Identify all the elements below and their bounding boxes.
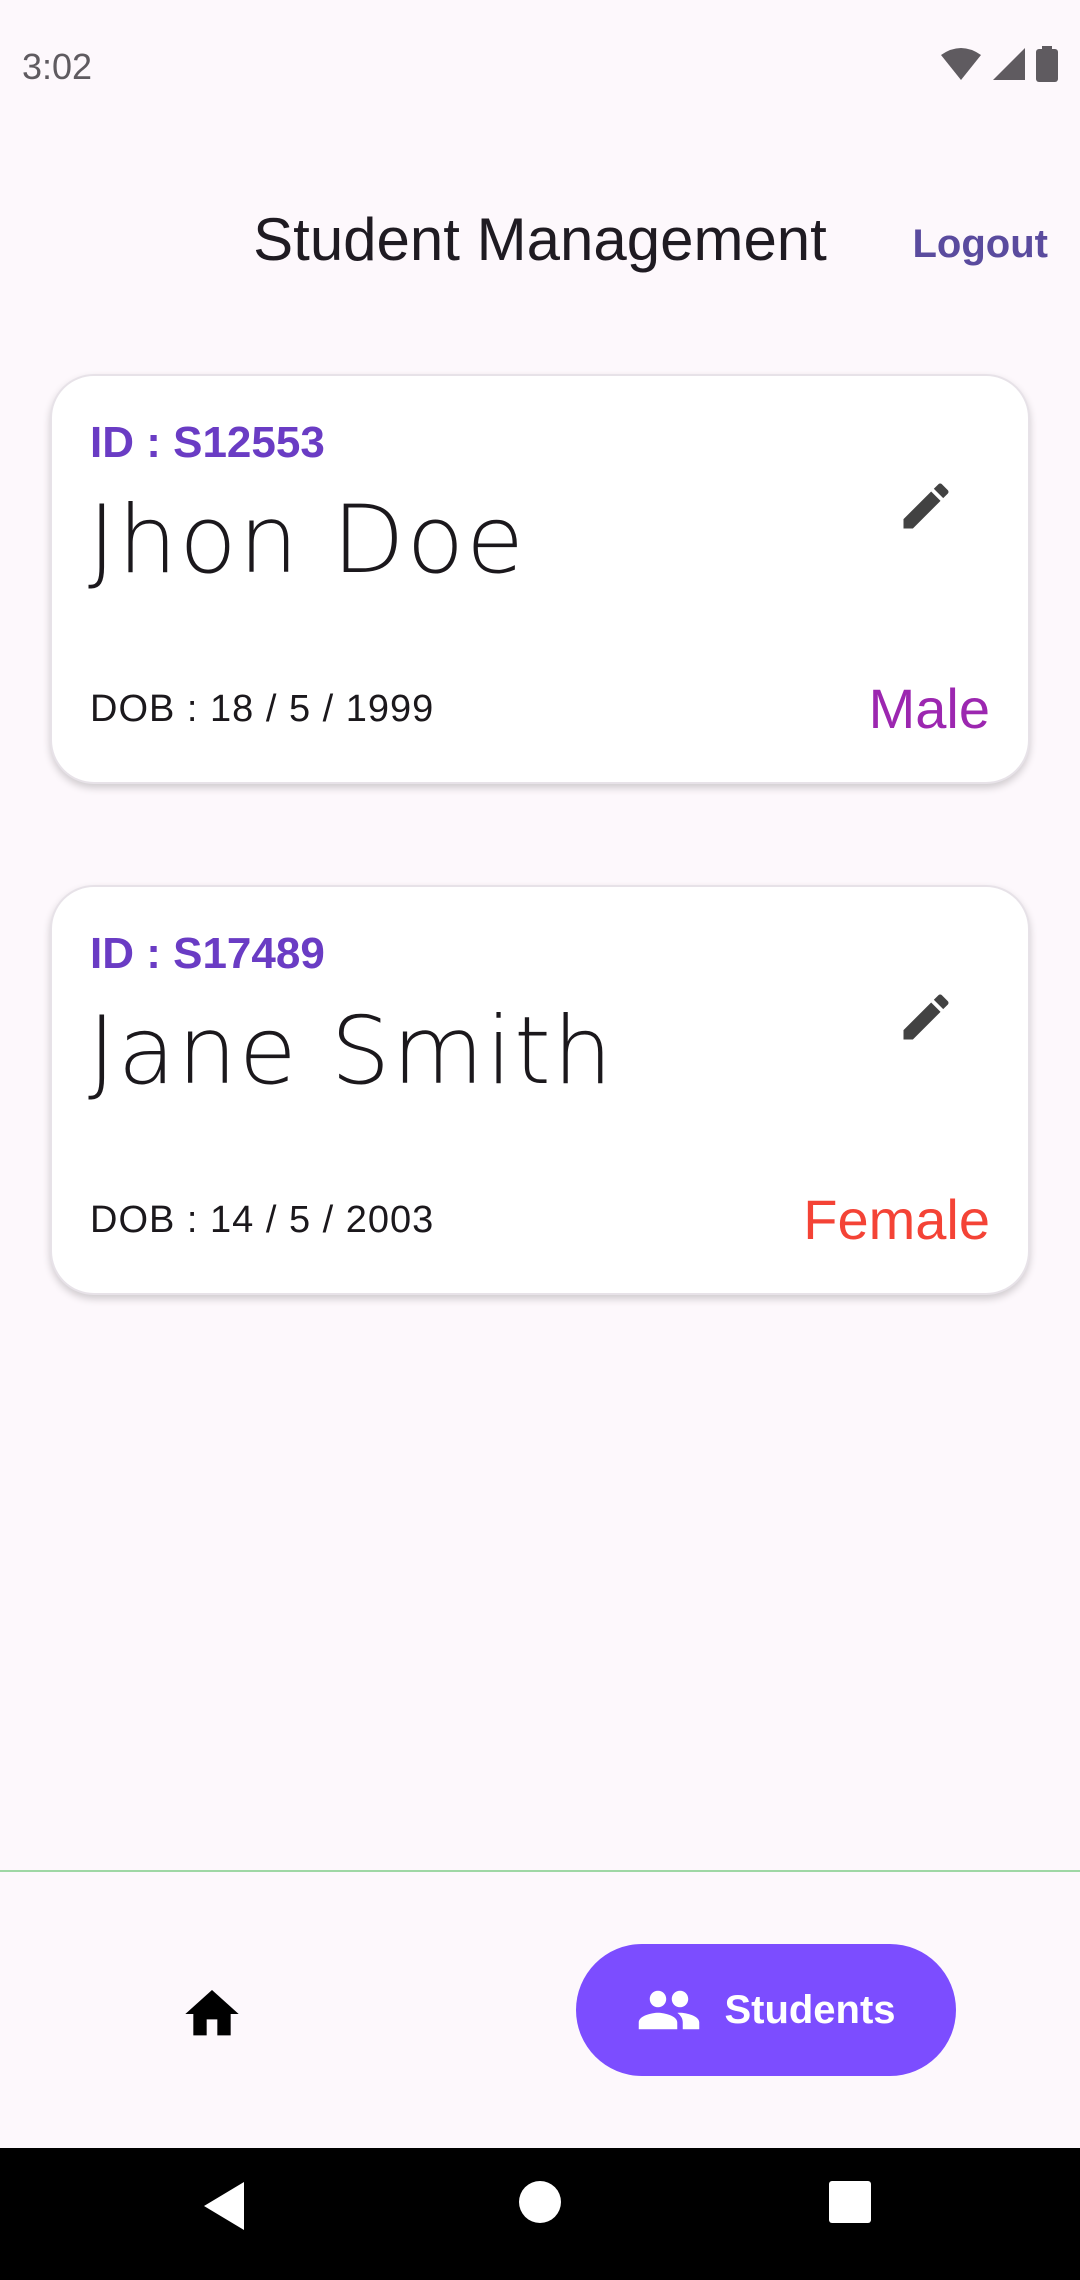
- recents-square-icon[interactable]: [828, 2180, 872, 2224]
- pencil-icon: [903, 994, 949, 1040]
- battery-icon: [1036, 46, 1058, 82]
- edit-button[interactable]: [896, 476, 956, 536]
- home-circle-icon[interactable]: [518, 2180, 562, 2224]
- nav-students-tab[interactable]: Students: [576, 1944, 956, 2076]
- student-id: ID : S12553: [90, 418, 325, 467]
- status-bar: 3:02: [0, 0, 1080, 140]
- bottom-nav: Students: [0, 1872, 1080, 2148]
- student-name: Jhon Doe: [88, 486, 526, 595]
- wifi-icon: [941, 48, 981, 80]
- student-dob: DOB : 14 / 5 / 2003: [90, 1199, 435, 1241]
- student-gender: Male: [868, 677, 990, 740]
- student-id: ID : S17489: [90, 929, 325, 978]
- student-card[interactable]: ID : S17489 Jane Smith DOB : 14 / 5 / 20…: [50, 885, 1030, 1295]
- student-card[interactable]: ID : S12553 Jhon Doe DOB : 18 / 5 / 1999…: [50, 374, 1030, 784]
- status-icons: [940, 46, 1058, 82]
- cellular-signal-icon: [993, 48, 1025, 80]
- nav-students-label: Students: [724, 1987, 896, 2032]
- logout-button[interactable]: Logout: [913, 222, 1049, 267]
- edit-button[interactable]: [896, 987, 956, 1047]
- system-nav-bar: [0, 2148, 1080, 2280]
- status-time: 3:02: [22, 46, 93, 87]
- home-icon: [185, 1990, 239, 2036]
- people-icon: [639, 1990, 700, 2030]
- back-triangle-icon[interactable]: [200, 2180, 248, 2232]
- pencil-icon: [903, 483, 949, 529]
- student-dob: DOB : 18 / 5 / 1999: [90, 688, 435, 730]
- nav-home-button[interactable]: [180, 1982, 244, 2046]
- student-gender: Female: [803, 1188, 990, 1251]
- student-name: Jane Smith: [88, 997, 615, 1106]
